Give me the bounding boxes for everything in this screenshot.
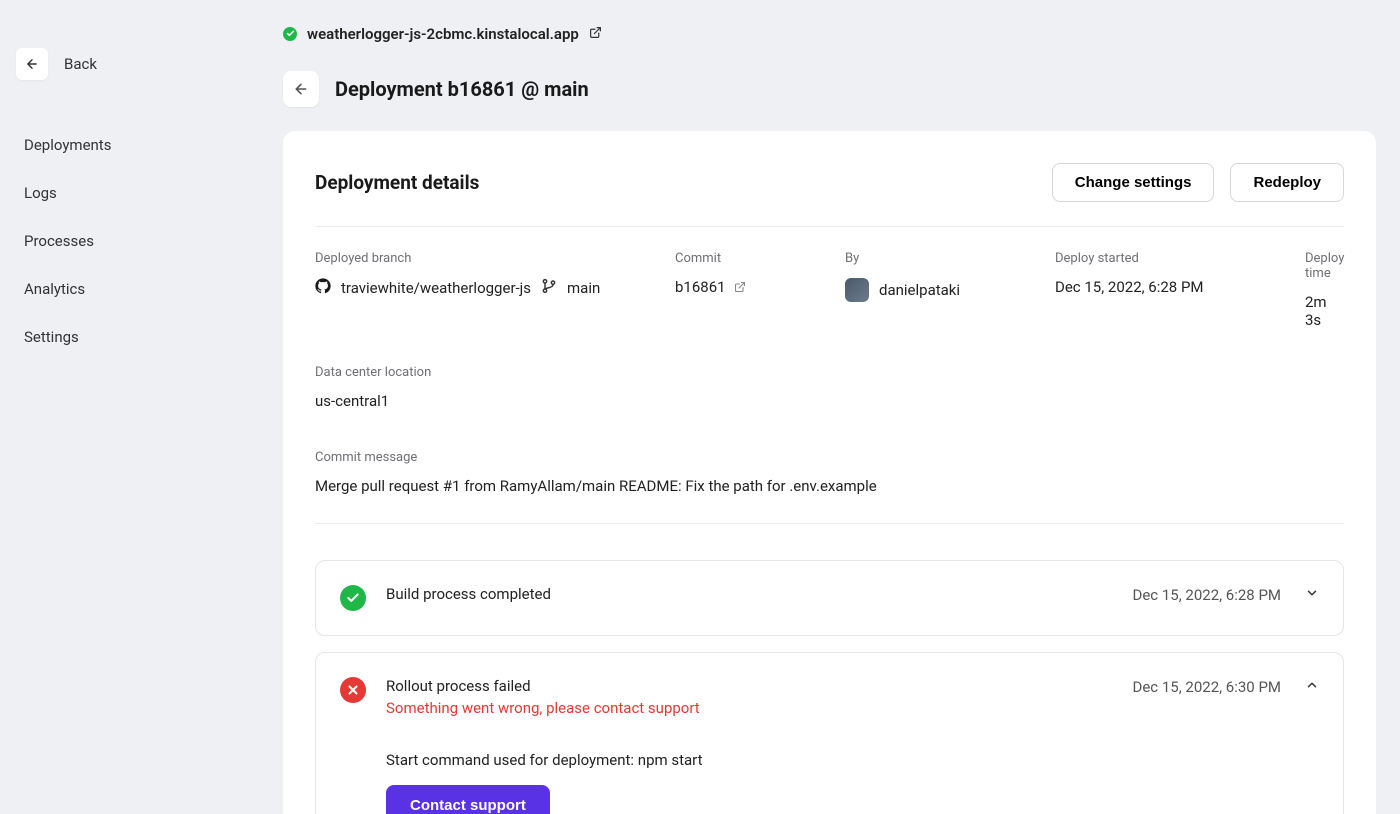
process-time: Dec 15, 2022, 6:30 PM: [1133, 678, 1282, 696]
back-label: Back: [64, 55, 97, 73]
commit-message-label: Commit message: [315, 450, 1344, 465]
process-title: Build process completed: [386, 585, 551, 603]
arrow-left-icon: [293, 81, 309, 97]
nav: Deployments Logs Processes Analytics Set…: [16, 136, 211, 346]
process-subtitle: Something went wrong, please contact sup…: [386, 699, 700, 717]
process-body-text: Start command used for deployment: npm s…: [386, 751, 1319, 769]
nav-item-logs[interactable]: Logs: [24, 184, 211, 202]
main: weatherlogger-js-2cbmc.kinstalocal.app D…: [235, 0, 1400, 814]
sidebar: Back Deployments Logs Processes Analytic…: [0, 0, 235, 814]
deployer-name: danielpataki: [879, 281, 960, 299]
branch-label: Deployed branch: [315, 251, 615, 266]
deploy-time-value: 2m 3s: [1305, 293, 1344, 329]
redeploy-button[interactable]: Redeploy: [1230, 163, 1344, 202]
github-icon: [315, 278, 331, 298]
chevron-up-icon[interactable]: [1305, 677, 1319, 696]
deploy-started-value: Dec 15, 2022, 6:28 PM: [1055, 278, 1245, 296]
nav-item-deployments[interactable]: Deployments: [24, 136, 211, 154]
change-settings-button[interactable]: Change settings: [1052, 163, 1215, 202]
commit-message: Merge pull request #1 from RamyAllam/mai…: [315, 477, 1344, 495]
datacenter-value: us-central1: [315, 392, 1344, 410]
details-title: Deployment details: [315, 171, 479, 194]
repo-name: traviewhite/weatherlogger-js: [341, 279, 531, 297]
process-title: Rollout process failed: [386, 677, 700, 695]
deploy-started-label: Deploy started: [1055, 251, 1245, 266]
external-link-icon[interactable]: [589, 24, 602, 43]
app-url-link[interactable]: weatherlogger-js-2cbmc.kinstalocal.app: [307, 25, 579, 43]
commit-hash-link[interactable]: b16861: [675, 278, 785, 296]
avatar: [845, 278, 869, 302]
git-branch-icon: [541, 278, 557, 298]
status-ok-icon: [283, 27, 297, 41]
contact-support-button[interactable]: Contact support: [386, 785, 550, 814]
external-link-icon: [734, 281, 746, 293]
deployment-back-button[interactable]: [283, 71, 319, 107]
back-button[interactable]: [16, 48, 48, 80]
by-label: By: [845, 251, 995, 266]
x-circle-icon: [340, 677, 366, 703]
chevron-down-icon[interactable]: [1305, 585, 1319, 604]
arrow-left-icon: [25, 57, 39, 71]
nav-item-analytics[interactable]: Analytics: [24, 280, 211, 298]
check-circle-icon: [340, 585, 366, 611]
process-time: Dec 15, 2022, 6:28 PM: [1133, 586, 1282, 604]
process-build[interactable]: Build process completed Dec 15, 2022, 6:…: [315, 560, 1344, 636]
commit-label: Commit: [675, 251, 785, 266]
datacenter-label: Data center location: [315, 365, 1344, 380]
branch-name: main: [567, 279, 600, 297]
page-title: Deployment b16861 @ main: [335, 77, 589, 101]
deployment-details-card: Deployment details Change settings Redep…: [283, 131, 1376, 814]
nav-item-processes[interactable]: Processes: [24, 232, 211, 250]
commit-hash: b16861: [675, 278, 726, 296]
deploy-time-label: Deploy time: [1305, 251, 1344, 281]
nav-item-settings[interactable]: Settings: [24, 328, 211, 346]
process-rollout[interactable]: Rollout process failed Something went wr…: [315, 652, 1344, 814]
